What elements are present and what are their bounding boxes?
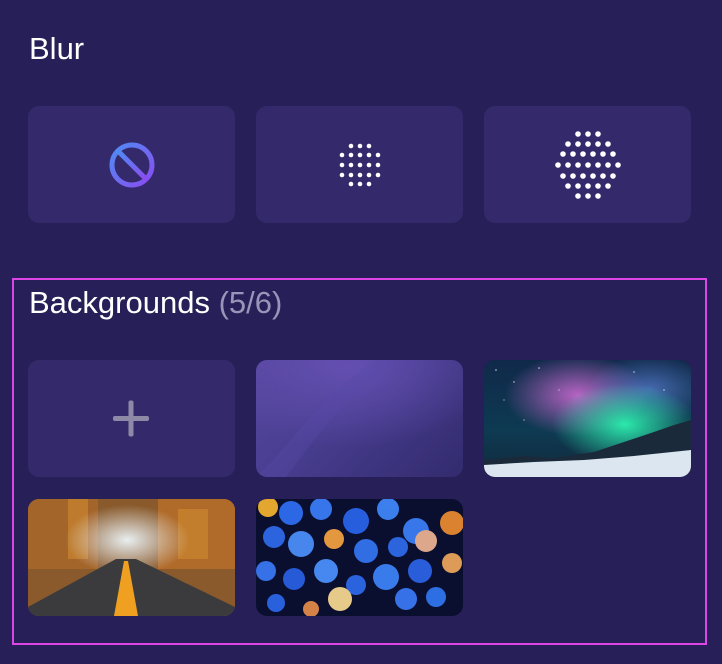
backgrounds-title-text: Backgrounds (29, 285, 210, 320)
blur-none-button[interactable] (28, 106, 235, 223)
no-blur-icon (109, 142, 155, 188)
blur-light-button[interactable] (256, 106, 463, 223)
blur-section-title: Blur (29, 31, 85, 66)
background-bokeh-lights[interactable] (256, 499, 463, 616)
autumn-road-image (28, 499, 235, 616)
plus-icon (113, 400, 149, 437)
backgrounds-count: (5/6) (218, 285, 283, 320)
background-northern-lights[interactable] (484, 360, 691, 477)
add-background-button[interactable] (28, 360, 235, 477)
northern-lights-image (484, 360, 691, 477)
background-purple-gradient[interactable] (256, 360, 463, 477)
bokeh-lights-image (256, 499, 463, 616)
background-autumn-road[interactable] (28, 499, 235, 616)
purple-gradient-image (256, 360, 463, 477)
light-blur-dots-icon (339, 143, 381, 187)
strong-blur-dots-icon (555, 131, 621, 199)
backgrounds-section-title: Backgrounds (5/6) (29, 285, 282, 321)
blur-strong-button[interactable] (484, 106, 691, 223)
